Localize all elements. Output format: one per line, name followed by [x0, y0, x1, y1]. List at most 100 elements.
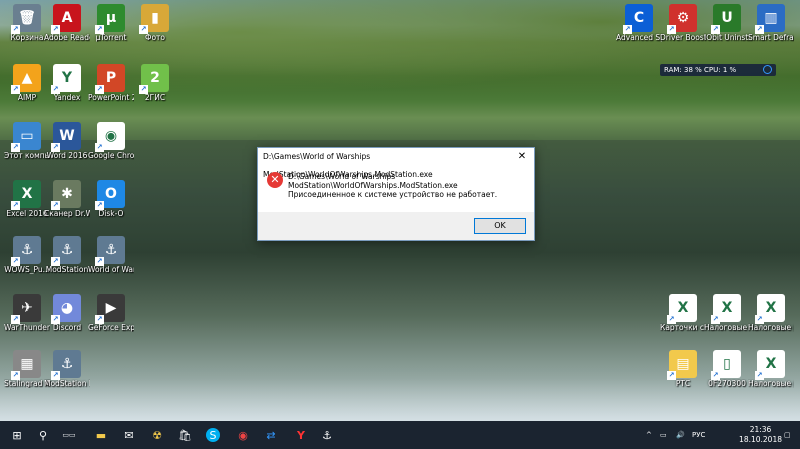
- yandex-taskbar-icon[interactable]: Y: [292, 426, 310, 444]
- desktop-icon-label: ModStation Diagnost: [44, 379, 90, 388]
- desktop-icon-chrome[interactable]: ◉Google Chrome: [88, 122, 134, 160]
- desktop-icon-2gis[interactable]: 22ГИС: [132, 64, 178, 102]
- desktop-icon-rtc[interactable]: ▤РТС: [660, 350, 706, 388]
- language-indicator[interactable]: РУС: [692, 421, 705, 449]
- desktop-icon-advanced-systemcare[interactable]: CAdvanced SystemC...: [616, 4, 662, 42]
- desktop-icon-label: ModStation: [45, 265, 89, 274]
- modstation-diagnost-icon: ⚓: [51, 350, 81, 380]
- teamviewer-icon[interactable]: ⇄: [262, 426, 280, 444]
- radiation-app-icon[interactable]: ☢: [148, 426, 166, 444]
- clock-date: 18.10.2018: [739, 435, 782, 444]
- 0f270300-icon: ▯: [711, 350, 741, 380]
- desktop-icon-nalog2[interactable]: XНалоговые регистры...: [748, 294, 794, 332]
- desktop-icon-label: Discord: [52, 323, 82, 332]
- rtc-icon: ▤: [667, 350, 697, 380]
- mail-icon[interactable]: ✉: [120, 426, 138, 444]
- start-icon[interactable]: ⊞: [8, 426, 26, 444]
- close-icon[interactable]: ✕: [510, 148, 534, 166]
- desktop-icon-label: Advanced SystemC...: [616, 33, 662, 42]
- desktop-icon-foto-folder[interactable]: ▮Фото: [132, 4, 178, 42]
- powerpoint-icon: P: [95, 64, 125, 94]
- 2gis-icon: 2: [139, 64, 169, 94]
- dialog-titlebar[interactable]: D:\Games\World of Warships ModStation\Wo…: [258, 148, 534, 179]
- ok-button[interactable]: OK: [474, 218, 526, 234]
- desktop-icon-label: Yandex: [53, 93, 81, 102]
- desktop-icon-word[interactable]: WWord 2016: [44, 122, 90, 160]
- adobe-reader-icon: A: [51, 4, 81, 34]
- desktop-icon-label: Adobe Reader XI: [44, 33, 90, 42]
- desktop-icon-nalog3[interactable]: XНалоговые регистры...: [748, 350, 794, 388]
- skype-icon[interactable]: S: [206, 428, 220, 442]
- wows-taskbar-icon[interactable]: ⚓: [318, 426, 336, 444]
- desktop-icon-geforce[interactable]: ▶GeForce Experience: [88, 294, 134, 332]
- utorrent-icon: µ: [95, 4, 125, 34]
- dialog-footer: OK: [258, 212, 534, 240]
- file-explorer-icon[interactable]: ▬: [92, 426, 110, 444]
- nalog3-icon: X: [755, 350, 785, 380]
- desktop-icon-modstation[interactable]: ⚓ModStation: [44, 236, 90, 274]
- desktop-icon-label: GeForce Experience: [88, 323, 134, 332]
- recycle-bin-icon: 🗑: [11, 4, 41, 34]
- desktop-icon-adobe-reader[interactable]: AAdobe Reader XI: [44, 4, 90, 42]
- desktop-icon-label: Налоговые регистры...: [748, 379, 794, 388]
- dialog-path: D:\Games\World of Warships ModStation\Wo…: [288, 172, 458, 190]
- chrome-taskbar-icon[interactable]: ◉: [234, 426, 252, 444]
- clock-time: 21:36: [749, 425, 772, 434]
- word-icon: W: [51, 122, 81, 152]
- desktop-icon-driver-booster[interactable]: ⚙Driver Booster 5: [660, 4, 706, 42]
- error-dialog: D:\Games\World of Warships ModStation\Wo…: [257, 147, 535, 241]
- clock[interactable]: 21:36 18.10.2018: [739, 425, 782, 445]
- network-icon[interactable]: ▭: [660, 421, 667, 449]
- desktop-icon-powerpoint[interactable]: PPowerPoint 2016: [88, 64, 134, 102]
- desktop-wallpaper: 🗑КорзинаAAdobe Reader XIµµTorrent▮Фото▲A…: [0, 0, 800, 421]
- desktop-icon-label: РТС: [675, 379, 691, 388]
- error-icon: ✕: [267, 172, 283, 188]
- volume-icon[interactable]: 🔊: [676, 421, 685, 449]
- desktop-icon-drweb[interactable]: ✱Сканер Dr.Web: [44, 180, 90, 218]
- warthunder-icon: ✈: [11, 294, 41, 324]
- desktop-icon-0f270300[interactable]: ▯0F270300: [704, 350, 750, 388]
- nalog2-icon: X: [755, 294, 785, 324]
- dialog-message: Присоединенное к системе устройство не р…: [288, 190, 498, 199]
- desktop-icon-modstation-diagnost[interactable]: ⚓ModStation Diagnost: [44, 350, 90, 388]
- desktop-icon-label: µTorrent: [95, 33, 127, 42]
- this-pc-icon: ▭: [11, 122, 41, 152]
- chrome-icon: ◉: [95, 122, 125, 152]
- desktop-icon-kartochki[interactable]: XКарточки счетов: [660, 294, 706, 332]
- desktop-icon-label: Disk-O: [98, 209, 124, 218]
- monitor-refresh-icon[interactable]: [763, 65, 772, 74]
- store-icon[interactable]: 🛍: [176, 426, 194, 444]
- desktop-icon-utorrent[interactable]: µµTorrent: [88, 4, 134, 42]
- desktop-icon-label: Google Chrome: [88, 151, 134, 160]
- desktop-icon-world-of-warships[interactable]: ⚓World of Warships: [88, 236, 134, 274]
- smart-defrag-icon: ▥: [755, 4, 785, 34]
- desktop-icon-discord[interactable]: ◕Discord: [44, 294, 90, 332]
- wows-pu-icon: ⚓: [11, 236, 41, 266]
- tray-expand-icon[interactable]: ^: [646, 421, 652, 449]
- desktop-icon-iobit-uninstaller[interactable]: UIObit Uninstaller: [704, 4, 750, 42]
- desktop-icon-yandex[interactable]: YYandex: [44, 64, 90, 102]
- search-icon[interactable]: ⚲: [34, 426, 52, 444]
- excel-icon: X: [11, 180, 41, 210]
- desktop-icon-nalog1[interactable]: XНалоговые регистры...: [704, 294, 750, 332]
- desktop-icon-smart-defrag[interactable]: ▥Smart Defrag 6: [748, 4, 794, 42]
- driver-booster-icon: ⚙: [667, 4, 697, 34]
- desktop-icon-label: PowerPoint 2016: [88, 93, 134, 102]
- desktop-icon-disk-o[interactable]: ODisk-O: [88, 180, 134, 218]
- desktop-icon-label: Налоговые регистры...: [704, 323, 750, 332]
- desktop-icon-label: 2ГИС: [144, 93, 166, 102]
- task-view-icon[interactable]: ▭▭: [60, 426, 78, 444]
- foto-folder-icon: ▮: [139, 4, 169, 34]
- discord-icon: ◕: [51, 294, 81, 324]
- desktop-icon-label: 0F270300: [708, 379, 746, 388]
- modstation-icon: ⚓: [51, 236, 81, 266]
- system-monitor-widget[interactable]: RAM: 38 % CPU: 1 %: [660, 64, 776, 76]
- kartochki-icon: X: [667, 294, 697, 324]
- disk-o-icon: O: [95, 180, 125, 210]
- notification-icon[interactable]: ▢: [784, 421, 791, 449]
- system-monitor-text: RAM: 38 % CPU: 1 %: [664, 66, 737, 74]
- aimp-icon: ▲: [11, 64, 41, 94]
- iobit-uninstaller-icon: U: [711, 4, 741, 34]
- desktop-icon-label: IObit Uninstaller: [704, 33, 750, 42]
- drweb-icon: ✱: [51, 180, 81, 210]
